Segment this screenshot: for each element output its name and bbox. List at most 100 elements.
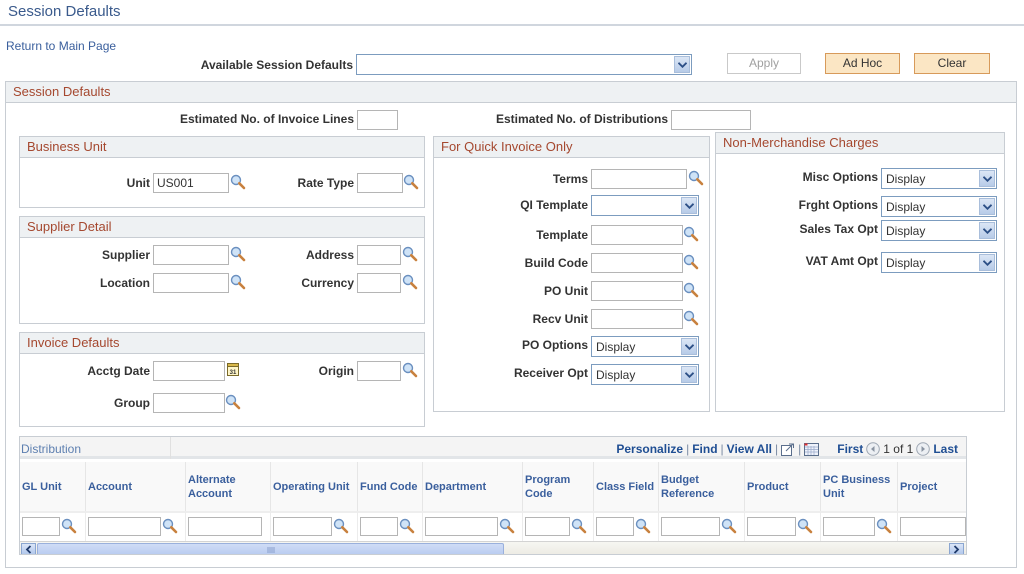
distribution-field-input[interactable] — [747, 517, 796, 536]
address-input[interactable] — [357, 245, 401, 265]
recv-unit-input[interactable] — [591, 309, 683, 329]
grid-cell — [186, 511, 271, 541]
recv-unit-lookup-icon[interactable] — [683, 310, 699, 326]
column-header[interactable]: Department — [423, 462, 523, 511]
po-unit-input[interactable] — [591, 281, 683, 301]
distribution-field-input[interactable] — [425, 517, 498, 536]
new-window-icon[interactable] — [781, 443, 795, 456]
clear-button[interactable]: Clear — [914, 53, 990, 74]
column-header[interactable]: Account — [86, 462, 186, 511]
group-input[interactable] — [153, 393, 225, 413]
distribution-field-input[interactable] — [88, 517, 161, 536]
sales-tax-opt-select[interactable]: Display — [881, 220, 997, 241]
page-title: Session Defaults — [8, 3, 121, 20]
build-code-input[interactable] — [591, 253, 683, 273]
distribution-field-input[interactable] — [661, 517, 720, 536]
scroll-left-button[interactable] — [21, 543, 36, 554]
distribution-field-input[interactable] — [525, 517, 570, 536]
terms-lookup-icon[interactable] — [688, 170, 704, 186]
available-session-defaults-select[interactable] — [356, 54, 692, 75]
lookup-icon[interactable] — [61, 518, 77, 534]
column-header[interactable]: Project — [898, 462, 966, 511]
distribution-field-input[interactable] — [823, 517, 875, 536]
template-lookup-icon[interactable] — [683, 226, 699, 242]
column-header[interactable]: Alternate Account — [186, 462, 271, 511]
return-to-main-page-link[interactable]: Return to Main Page — [6, 39, 116, 53]
qi-template-select[interactable] — [591, 195, 699, 216]
scroll-right-button[interactable] — [949, 543, 964, 554]
acctg-date-input[interactable] — [153, 361, 225, 381]
distribution-field-input[interactable] — [188, 517, 262, 536]
location-lookup-icon[interactable] — [230, 274, 246, 290]
est-invoice-lines-label: Estimated No. of Invoice Lines — [179, 112, 354, 126]
origin-input[interactable] — [357, 361, 401, 381]
currency-input[interactable] — [357, 273, 401, 293]
lookup-icon[interactable] — [635, 518, 651, 534]
supplier-lookup-icon[interactable] — [230, 246, 246, 262]
supplier-label: Supplier — [101, 248, 150, 262]
lookup-icon[interactable] — [721, 518, 737, 534]
receiver-opt-select[interactable]: Display — [591, 364, 699, 385]
business-unit-header: Business Unit — [20, 137, 424, 158]
location-input[interactable] — [153, 273, 229, 293]
vat-amt-opt-select[interactable]: Display — [881, 252, 997, 273]
est-distributions-input[interactable] — [671, 110, 751, 130]
column-header[interactable]: PC Business Unit — [821, 462, 898, 511]
distribution-field-input[interactable] — [273, 517, 332, 536]
address-lookup-icon[interactable] — [402, 246, 418, 262]
download-to-spreadsheet-icon[interactable] — [804, 442, 820, 456]
rate-type-lookup-icon[interactable] — [403, 174, 419, 190]
unit-input[interactable] — [153, 173, 229, 193]
template-input[interactable] — [591, 225, 683, 245]
column-header[interactable]: Budget Reference — [659, 462, 745, 511]
distribution-field-input[interactable] — [900, 517, 966, 536]
po-options-label: PO Options — [522, 338, 588, 352]
supplier-input[interactable] — [153, 245, 229, 265]
group-lookup-icon[interactable] — [225, 394, 241, 410]
column-header[interactable]: Class Field — [594, 462, 659, 511]
lookup-icon[interactable] — [499, 518, 515, 534]
column-header[interactable]: Operating Unit — [271, 462, 358, 511]
lookup-icon[interactable] — [797, 518, 813, 534]
view-all-link[interactable]: View All — [727, 442, 772, 456]
po-unit-lookup-icon[interactable] — [683, 282, 699, 298]
chevron-down-icon — [979, 222, 995, 239]
ad-hoc-button[interactable]: Ad Hoc — [825, 53, 900, 74]
apply-button[interactable]: Apply — [727, 53, 801, 74]
terms-input[interactable] — [591, 169, 687, 189]
misc-options-select[interactable]: Display — [881, 168, 997, 189]
calendar-icon[interactable]: 31 — [227, 362, 239, 376]
distribution-field-input[interactable] — [22, 517, 60, 536]
lookup-icon[interactable] — [571, 518, 587, 534]
lookup-icon[interactable] — [399, 518, 415, 534]
origin-lookup-icon[interactable] — [402, 362, 418, 378]
lookup-icon[interactable] — [876, 518, 892, 534]
grid-cell — [523, 511, 594, 541]
unit-label: Unit — [126, 176, 150, 190]
personalize-link[interactable]: Personalize — [616, 442, 683, 456]
previous-page-icon[interactable] — [866, 442, 881, 456]
column-header[interactable]: Product — [745, 462, 821, 511]
lookup-icon[interactable] — [162, 518, 178, 534]
find-link[interactable]: Find — [692, 442, 717, 456]
est-invoice-lines-input[interactable] — [357, 110, 398, 130]
grid-cell — [271, 511, 358, 541]
column-header[interactable]: GL Unit — [20, 462, 86, 511]
invoice-defaults-header: Invoice Defaults — [20, 333, 424, 354]
currency-lookup-icon[interactable] — [402, 274, 418, 290]
po-options-select[interactable]: Display — [591, 336, 699, 357]
frght-options-select[interactable]: Display — [881, 196, 997, 217]
lookup-icon[interactable] — [333, 518, 349, 534]
column-header[interactable]: Program Code — [523, 462, 594, 511]
distribution-field-input[interactable] — [360, 517, 398, 536]
svg-text:31: 31 — [230, 370, 237, 376]
nav-separator: | — [686, 442, 690, 456]
column-header[interactable]: Fund Code — [358, 462, 423, 511]
scrollbar-thumb[interactable] — [37, 543, 504, 554]
unit-lookup-icon[interactable] — [230, 174, 246, 190]
next-page-icon[interactable] — [916, 442, 931, 456]
distribution-field-input[interactable] — [596, 517, 634, 536]
horizontal-scrollbar[interactable] — [20, 541, 966, 554]
build-code-lookup-icon[interactable] — [683, 254, 699, 270]
rate-type-input[interactable] — [357, 173, 403, 193]
